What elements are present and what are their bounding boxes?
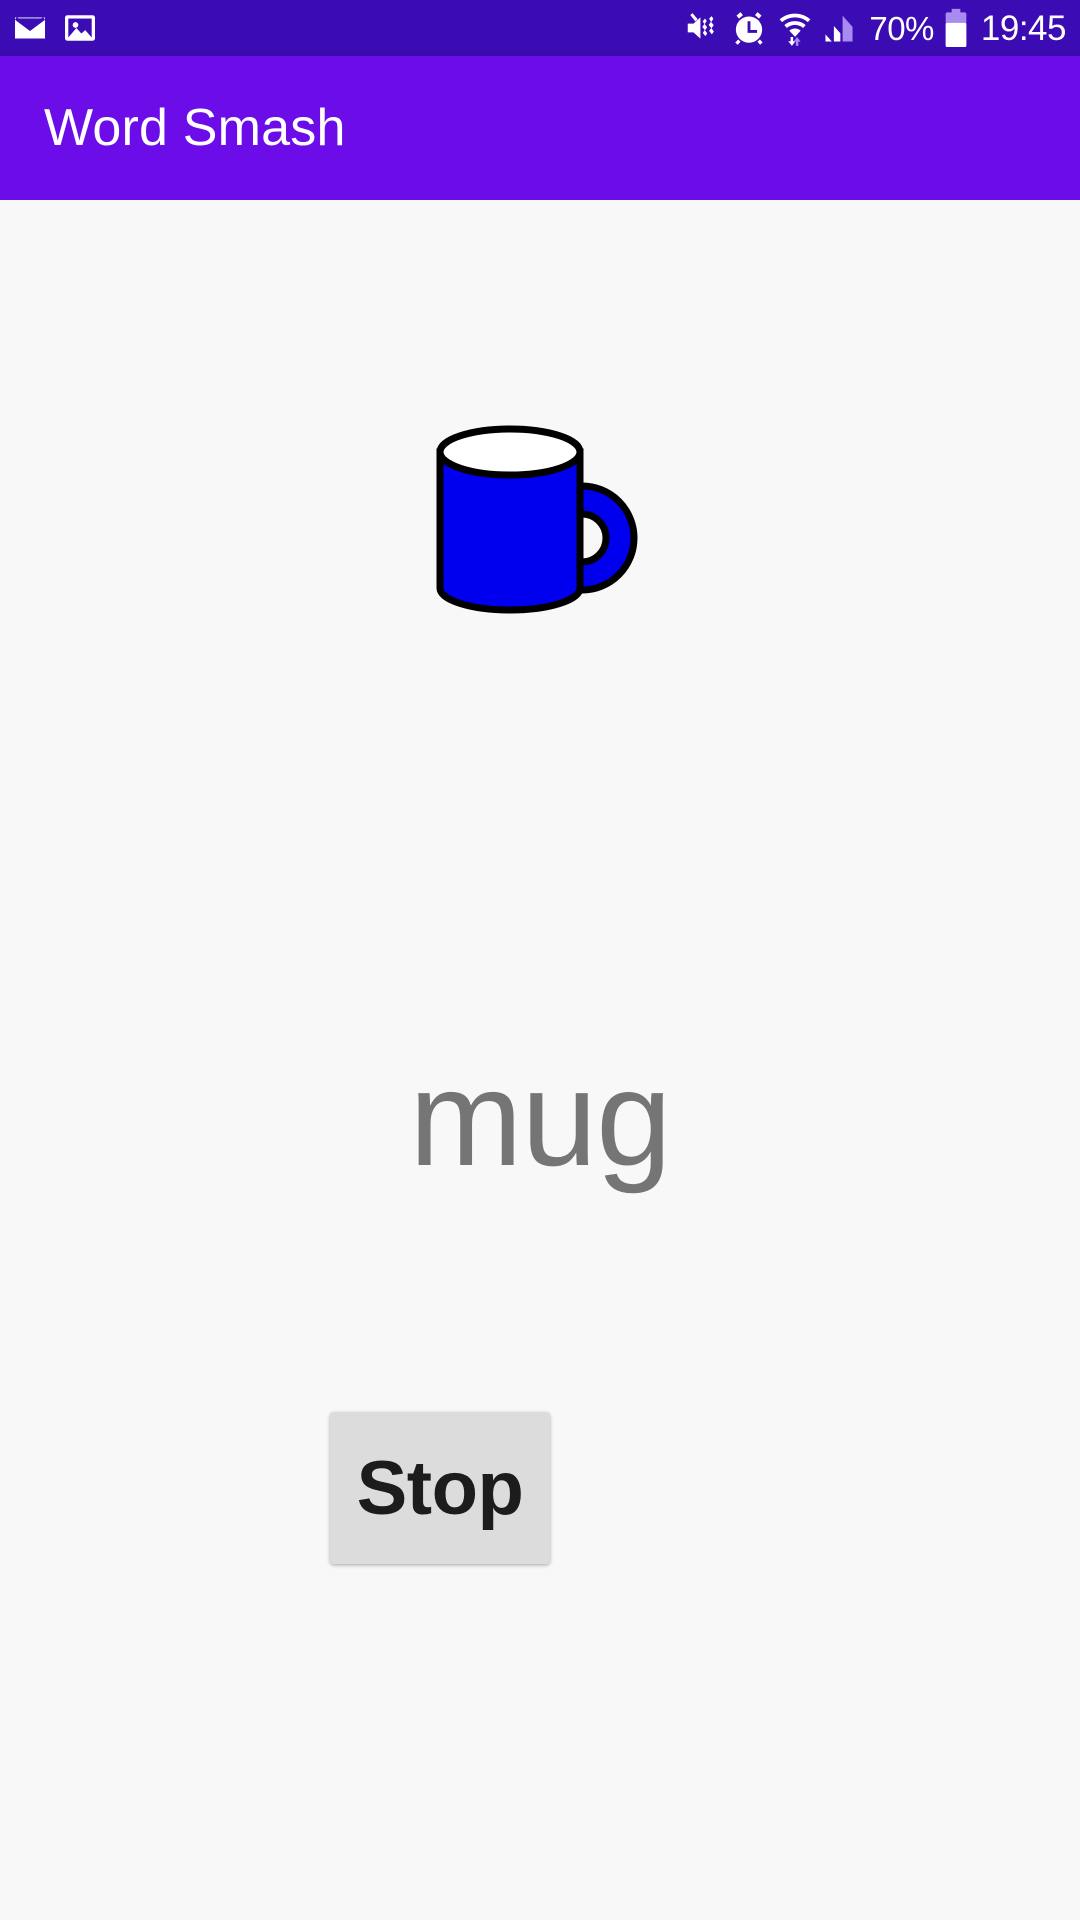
word-display: mug (409, 1042, 672, 1194)
email-icon (12, 10, 48, 46)
clock-label: 19:45 (980, 8, 1067, 48)
battery-percent-label: 70% (869, 9, 934, 47)
status-bar-system: 70% 19:45 (683, 8, 1067, 48)
alarm-clock-icon (730, 9, 768, 47)
mug-illustration (0, 420, 1080, 650)
main-content: mug Stop (0, 200, 1080, 1920)
mute-vibrate-icon (683, 9, 721, 47)
image-icon (62, 10, 98, 46)
status-bar: 70% 19:45 (0, 0, 1080, 56)
status-bar-notifications (12, 10, 98, 46)
cell-signal-icon (822, 9, 860, 47)
app-bar: Word Smash (0, 56, 1080, 200)
wifi-icon (777, 9, 813, 47)
stop-button[interactable]: Stop (330, 1412, 550, 1564)
page-title: Word Smash (44, 99, 346, 157)
battery-icon (943, 8, 969, 48)
